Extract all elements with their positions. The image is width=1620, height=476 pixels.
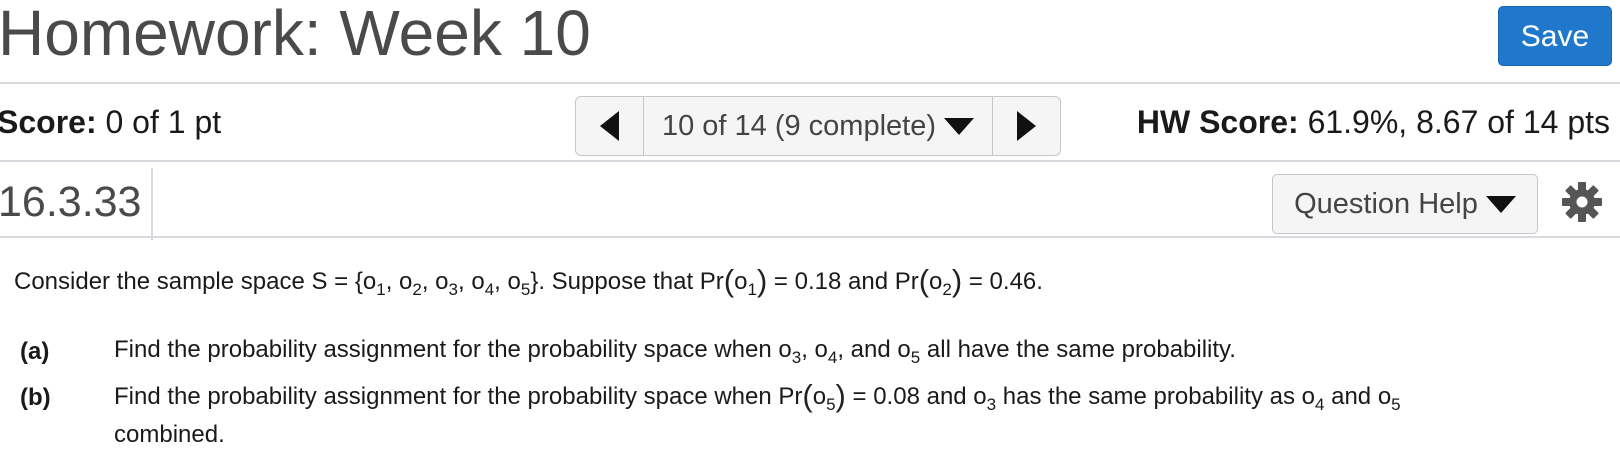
question-selector-dropdown[interactable]: 10 of 14 (9 complete) bbox=[644, 97, 992, 155]
gear-icon[interactable] bbox=[1560, 180, 1604, 224]
question-help-button[interactable]: Question Help bbox=[1272, 174, 1538, 234]
divider bbox=[0, 236, 1620, 238]
hw-score-value: 61.9%, 8.67 of 14 pts bbox=[1307, 104, 1610, 140]
caret-down-icon bbox=[1485, 195, 1516, 213]
page-title: Homework: Week 10 bbox=[0, 0, 591, 69]
score-value: 0 of 1 pt bbox=[105, 104, 222, 140]
divider bbox=[0, 82, 1620, 84]
part-b-line2: combined. bbox=[114, 421, 225, 448]
score-label: Score: bbox=[0, 104, 97, 140]
divider bbox=[151, 168, 153, 240]
hw-score-label: HW Score: bbox=[1136, 104, 1299, 140]
next-question-button[interactable] bbox=[992, 97, 1060, 155]
previous-question-button[interactable] bbox=[576, 97, 644, 155]
triangle-right-icon bbox=[1017, 111, 1036, 141]
part-b-label: (b) bbox=[20, 384, 51, 411]
caret-down-icon bbox=[944, 117, 975, 135]
question-help-label: Question Help bbox=[1294, 187, 1478, 220]
pager-text: 10 of 14 (9 complete) bbox=[661, 109, 937, 142]
save-button[interactable]: Save bbox=[1498, 6, 1612, 66]
question-score: Score: 0 of 1 pt bbox=[0, 104, 221, 141]
divider bbox=[0, 160, 1620, 162]
part-b-text: Find the probability assignment for the … bbox=[114, 378, 1401, 448]
question-id: 16.3.33 bbox=[0, 178, 142, 226]
triangle-left-icon bbox=[600, 111, 619, 141]
part-a-text: Find the probability assignment for the … bbox=[114, 336, 1236, 367]
homework-page: Homework: Week 10 Save Score: 0 of 1 pt … bbox=[0, 0, 1620, 476]
part-a-label: (a) bbox=[20, 338, 50, 365]
question-pager: 10 of 14 (9 complete) bbox=[575, 96, 1061, 156]
question-intro: Consider the sample space S = {o1, o2, o… bbox=[14, 263, 1043, 299]
hw-score: HW Score: 61.9%, 8.67 of 14 pts bbox=[1137, 104, 1610, 141]
